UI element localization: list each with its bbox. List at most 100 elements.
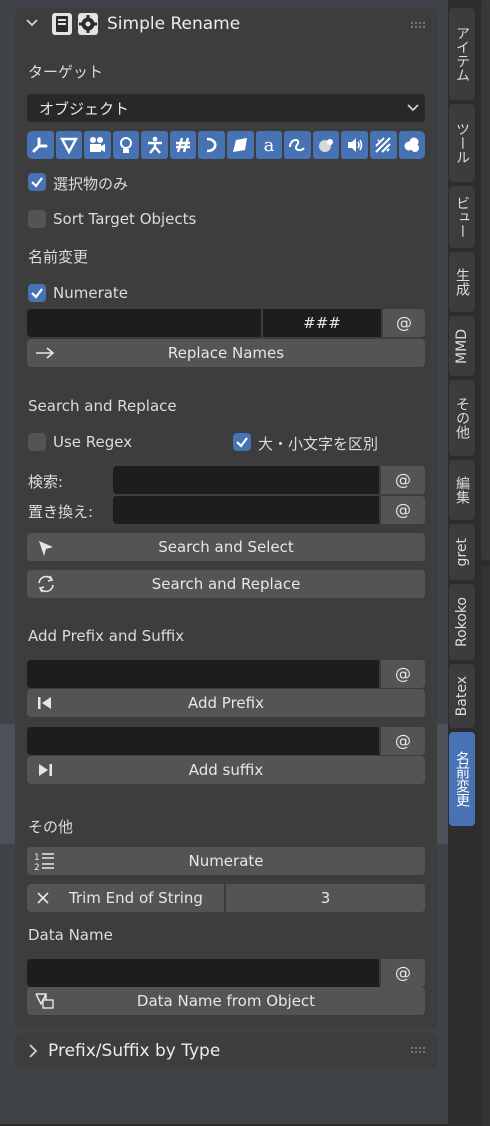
tab-rokoko[interactable]: Rokoko [449, 584, 475, 660]
trim-count-field[interactable]: 3 [226, 884, 425, 912]
curves-icon[interactable] [284, 131, 311, 159]
tab-edit[interactable]: 編集 [449, 460, 475, 520]
mesh-icon[interactable] [55, 131, 83, 159]
add-prefix-button[interactable]: Add Prefix [27, 689, 425, 717]
drag-grip-icon[interactable] [410, 20, 428, 30]
chevron-down-icon[interactable] [25, 16, 39, 30]
target-type-buttons: a [27, 131, 426, 159]
case-sensitive-checkbox[interactable] [233, 433, 251, 451]
tab-batex[interactable]: Batex [449, 664, 475, 728]
tab-label: アイテム [454, 26, 470, 82]
book-icon[interactable] [52, 13, 72, 35]
surface-icon[interactable] [227, 131, 254, 159]
armature-icon[interactable] [141, 131, 168, 159]
object-data-icon [35, 993, 54, 1009]
tab-gret[interactable]: gret [449, 524, 475, 580]
search-select-button[interactable]: Search and Select [27, 533, 425, 561]
tab-label: その他 [454, 397, 470, 439]
tab-label: ツール [454, 122, 470, 164]
tab-item[interactable]: アイテム [449, 8, 475, 100]
data-name-from-object-label: Data Name from Object [136, 992, 316, 1010]
replace-names-label: Replace Names [167, 344, 285, 362]
data-name-from-object-button[interactable]: Data Name from Object [27, 987, 425, 1015]
sort-target-checkbox[interactable] [28, 210, 46, 228]
replace-names-button[interactable]: Replace Names [27, 339, 425, 367]
tab-label: 編集 [454, 476, 470, 504]
rename-name-input[interactable] [27, 309, 261, 337]
tab-create[interactable]: 生成 [449, 252, 475, 312]
curve-icon[interactable] [198, 131, 226, 159]
tab-label: MMD [454, 328, 470, 364]
volume-icon[interactable] [398, 131, 426, 159]
add-suffix-label: Add suffix [188, 761, 264, 779]
target-label: ターゲット [28, 63, 104, 81]
tab-edge [481, 566, 490, 1126]
search-select-label: Search and Select [158, 538, 294, 556]
tab-edge [481, 0, 490, 560]
numerate-button[interactable]: 1 2 Numerate [27, 847, 425, 875]
add-suffix-button[interactable]: Add suffix [27, 756, 425, 784]
prefix-at-button[interactable]: @ [381, 660, 425, 688]
prefix-suffix-by-type-panel[interactable]: Prefix/Suffix by Type [15, 1033, 437, 1069]
suffix-input[interactable] [27, 727, 379, 755]
tab-mmd[interactable]: MMD [449, 316, 475, 376]
tab-label: 生成 [454, 268, 470, 296]
speaker-icon[interactable] [341, 131, 368, 159]
tab-view[interactable]: ビュー [449, 186, 475, 248]
other-section-title: その他 [28, 818, 74, 836]
svg-text:1: 1 [34, 853, 40, 863]
meta-icon[interactable] [312, 131, 340, 159]
target-dropdown[interactable]: オブジェクト [27, 94, 425, 122]
numbered-list-icon: 1 2 [34, 853, 54, 872]
trim-end-button[interactable]: Trim End of String [27, 884, 224, 912]
tab-label: ビュー [454, 196, 470, 238]
skip-back-icon [38, 697, 51, 709]
force-field-icon[interactable] [369, 131, 397, 159]
chevron-right-icon[interactable] [27, 1044, 39, 1058]
grease-pencil-icon[interactable] [169, 131, 197, 159]
gear-icon[interactable] [78, 13, 98, 35]
light-icon[interactable] [112, 131, 140, 159]
case-sensitive-label: 大・小文字を区別 [258, 435, 379, 453]
prefix-input[interactable] [27, 660, 379, 688]
replace-label: 置き換え: [28, 503, 94, 521]
cursor-arrow-icon [39, 541, 53, 556]
skip-forward-icon [39, 764, 52, 776]
data-name-at-button[interactable]: @ [381, 959, 425, 987]
prefix-suffix-section-title: Add Prefix and Suffix [28, 627, 185, 645]
selected-only-checkbox[interactable] [28, 173, 46, 191]
refresh-icon [38, 575, 54, 593]
replace-at-button[interactable]: @ [381, 496, 425, 524]
search-replace-label: Search and Replace [151, 575, 301, 593]
search-replace-button[interactable]: Search and Replace [27, 570, 425, 598]
simple-rename-panel: Simple Rename ターゲット オブジェクト a 選択物のみ Sort [15, 8, 437, 1029]
sort-target-label: Sort Target Objects [53, 210, 197, 228]
replace-input[interactable] [113, 496, 379, 524]
numerate-checkbox[interactable] [28, 284, 46, 302]
selected-only-label: 選択物のみ [53, 175, 129, 193]
search-at-button[interactable]: @ [381, 466, 425, 494]
numerate-check-label: Numerate [53, 284, 129, 302]
bone-icon[interactable] [27, 131, 54, 159]
panel-title: Simple Rename [107, 14, 241, 34]
target-dropdown-value: オブジェクト [39, 100, 130, 118]
search-input[interactable] [113, 466, 379, 494]
tab-other[interactable]: その他 [449, 380, 475, 456]
data-name-input[interactable] [27, 959, 379, 987]
tab-tool[interactable]: ツール [449, 104, 475, 182]
close-icon [37, 892, 49, 904]
use-regex-checkbox[interactable] [28, 433, 46, 451]
sidebar-tabs: アイテム ツール ビュー 生成 MMD その他 編集 gret Rokoko B… [448, 0, 490, 1126]
suffix-at-button[interactable]: @ [381, 727, 425, 755]
tab-label: 名前変更 [454, 751, 470, 807]
camera-icon[interactable] [84, 131, 111, 159]
rename-at-button[interactable]: @ [383, 309, 425, 337]
text-icon[interactable]: a [255, 131, 283, 159]
numerate-pattern-input[interactable]: ### [263, 309, 381, 337]
tab-label: Batex [454, 675, 470, 717]
add-prefix-label: Add Prefix [188, 694, 264, 712]
drag-grip-icon[interactable] [410, 1045, 428, 1055]
tab-rename[interactable]: 名前変更 [449, 732, 475, 826]
trim-end-label: Trim End of String [69, 889, 203, 907]
chevron-down-icon [407, 104, 419, 112]
